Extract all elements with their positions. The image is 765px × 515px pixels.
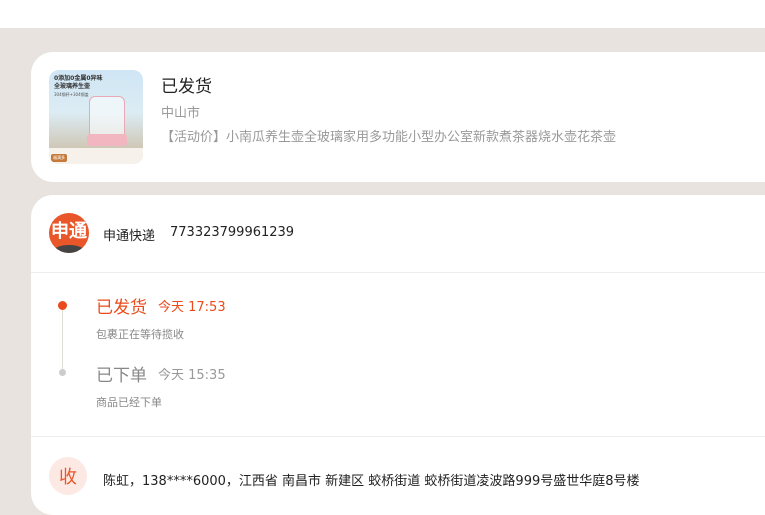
thumbnail-headline: 0添加0金属0异味 — [54, 75, 103, 82]
tracking-number[interactable]: 773323799961239 — [170, 225, 294, 240]
logistics-card: 申通 申通快递 773323799961239 已发货 今天 17:53 包裹正… — [31, 195, 765, 515]
event-desc-shipped: 包裹正在等待揽收 — [96, 328, 184, 341]
timeline-dot-inactive — [59, 369, 66, 376]
thumbnail-small-text: 304钢杯+304钢盖 — [54, 92, 89, 97]
event-title-shipped: 已发货 — [96, 298, 147, 318]
receiver-icon: 收 — [49, 457, 87, 495]
top-bar — [0, 0, 765, 28]
courier-logo-icon: 申通 — [49, 213, 89, 253]
divider — [31, 436, 765, 437]
receiver-address[interactable]: 陈虹，138****6000，江西省 南昌市 新建区 蛟桥街道 蛟桥街道凌波路9… — [103, 470, 640, 489]
event-desc-ordered: 商品已经下单 — [96, 396, 162, 409]
event-time-shipped: 今天 17:53 — [158, 300, 226, 315]
event-title-ordered: 已下单 — [96, 366, 147, 386]
timeline-line — [62, 305, 63, 371]
divider — [31, 272, 765, 273]
order-status: 已发货 — [161, 77, 212, 97]
logo-swoosh — [51, 245, 87, 253]
thumbnail-badge: 福满多 — [51, 154, 67, 162]
kettle-image — [89, 96, 125, 138]
shipping-city: 中山市 — [161, 106, 201, 121]
product-name[interactable]: 【活动价】小南瓜养生壶全玻璃家用多功能小型办公室新款煮茶器烧水壶花茶壶 — [161, 126, 616, 145]
event-time-ordered: 今天 15:35 — [158, 368, 226, 383]
product-thumbnail[interactable]: 0添加0金属0异味 全玻璃养生壶 304钢杯+304钢盖 福满多 — [49, 70, 143, 164]
thumbnail-subline: 全玻璃养生壶 — [54, 83, 91, 90]
courier-name: 申通快递 — [103, 229, 156, 244]
courier-logo-text: 申通 — [51, 221, 87, 242]
product-card[interactable]: 0添加0金属0异味 全玻璃养生壶 304钢杯+304钢盖 福满多 已发货 中山市… — [31, 52, 765, 182]
timeline-dot-active — [58, 301, 67, 310]
kettle-base-image — [87, 134, 127, 146]
